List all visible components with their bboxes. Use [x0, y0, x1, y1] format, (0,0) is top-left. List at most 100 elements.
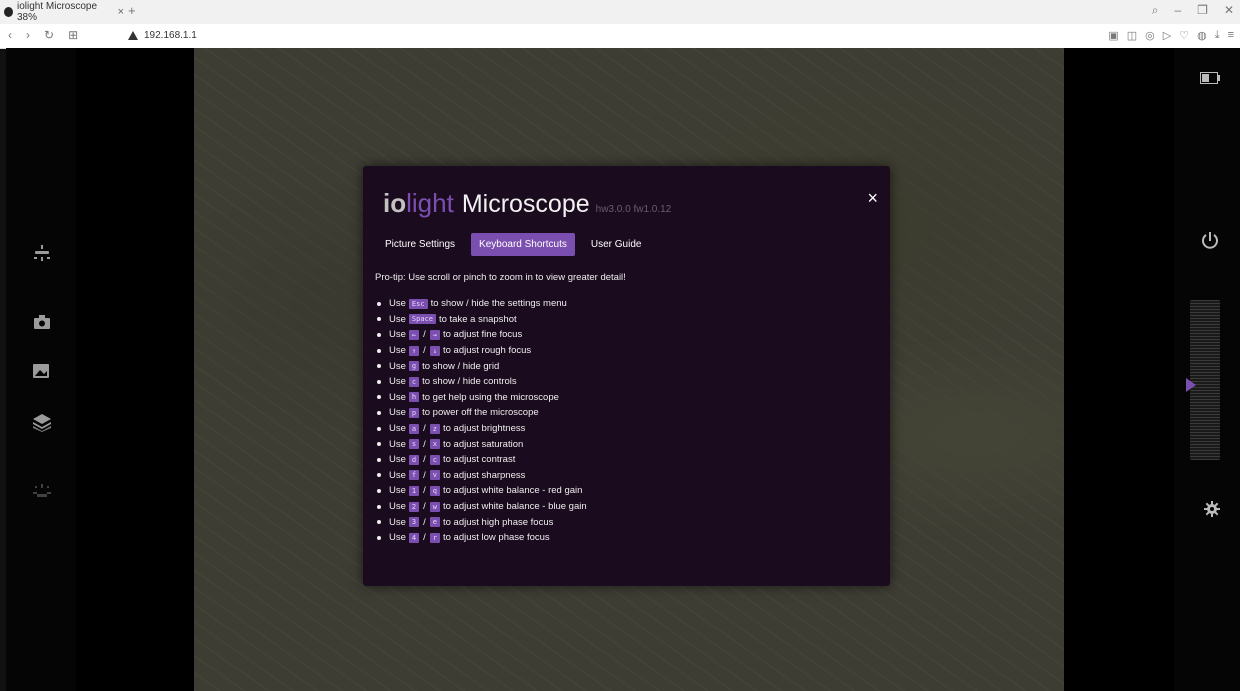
browser-tabbar: iolight Microscope 38% × + ⌕ – ❐ ✕	[0, 0, 1240, 24]
app-name: Microscope	[461, 190, 590, 218]
favorite-icon[interactable]: ♡	[1179, 29, 1189, 42]
insecure-warning-icon	[128, 31, 138, 40]
tab-picture-settings[interactable]: Picture Settings	[377, 233, 463, 256]
url-field[interactable]: 192.168.1.1	[128, 30, 197, 41]
bullet-icon	[377, 488, 381, 493]
key-separator: /	[423, 438, 426, 450]
back-icon[interactable]: ‹	[8, 28, 12, 42]
protip-text: Pro-tip: Use scroll or pinch to zoom in …	[375, 272, 626, 283]
focus-slider-handle[interactable]	[1186, 378, 1196, 392]
key-separator: /	[423, 516, 426, 528]
shortcut-key: 2	[408, 501, 420, 512]
gallery-icon[interactable]	[32, 361, 52, 379]
brightness-icon[interactable]	[32, 484, 52, 502]
menu-icon[interactable]: ≡	[1228, 29, 1234, 42]
focus-slider[interactable]	[1186, 300, 1220, 460]
shortcut-use-label: Use	[389, 376, 406, 388]
favicon-icon	[4, 7, 13, 17]
shortcut-key: e	[429, 517, 440, 528]
settings-modal: io light Microscope hw3.0.0 fw1.0.12 × P…	[363, 166, 890, 586]
shortcut-description: to show / hide controls	[422, 376, 517, 388]
shortcut-key: 3	[408, 517, 420, 528]
bullet-icon	[377, 379, 381, 384]
shortcut-item: Use 1/q to adjust white balance - red gain	[375, 483, 875, 499]
play-icon[interactable]: ▷	[1163, 29, 1171, 42]
apps-grid-icon[interactable]: ⊞	[68, 28, 78, 42]
key-separator: /	[423, 329, 426, 341]
reload-icon[interactable]: ↻	[44, 28, 54, 42]
shortcut-item: Use p to power off the microscope	[375, 405, 875, 421]
download-icon[interactable]: ⤓	[1215, 29, 1220, 42]
window-controls: ⌕ – ❐ ✕	[1152, 3, 1234, 18]
shortcut-item: Use Space to take a snapshot	[375, 312, 875, 328]
shortcut-description: to show / hide grid	[422, 360, 500, 372]
shortcut-item: Use Esc to show / hide the settings menu	[375, 296, 875, 312]
shortcut-description: to adjust contrast	[442, 454, 516, 466]
shortcut-key: r	[429, 532, 440, 543]
bullet-icon	[377, 473, 381, 478]
new-tab-icon[interactable]: +	[128, 3, 136, 18]
key-separator: /	[423, 469, 426, 481]
brand-io: io	[383, 188, 407, 218]
shortcut-key: p	[408, 407, 420, 418]
shortcut-key: q	[429, 485, 440, 496]
extension-icon[interactable]: ◍	[1197, 29, 1207, 42]
shortcut-description: to take a snapshot	[438, 313, 517, 325]
gear-icon[interactable]	[1204, 501, 1220, 522]
shortcut-key: c	[429, 454, 440, 465]
bullet-icon	[377, 395, 381, 400]
shortcut-description: to adjust high phase focus	[442, 516, 554, 528]
shortcut-description: to show / hide the settings menu	[430, 298, 567, 310]
search-icon[interactable]: ⌕	[1152, 3, 1159, 18]
shortcut-key: Space	[408, 314, 436, 325]
right-toolbar	[1174, 48, 1240, 691]
shortcut-description: to adjust brightness	[442, 423, 526, 435]
bullet-icon	[377, 426, 381, 431]
shortcut-use-label: Use	[389, 391, 406, 403]
bullet-icon	[377, 348, 381, 353]
layers-icon[interactable]	[32, 414, 52, 432]
tab-close-icon[interactable]: ×	[118, 6, 124, 18]
shortcut-use-label: Use	[389, 469, 406, 481]
shortcut-key: Esc	[408, 298, 428, 309]
shortcut-key: s	[408, 439, 420, 450]
tab-keyboard-shortcuts[interactable]: Keyboard Shortcuts	[471, 233, 575, 256]
close-modal-button[interactable]: ×	[867, 188, 878, 209]
shortcut-item: Use f / v to adjust sharpness	[375, 468, 875, 484]
shortcut-item: Use h to get help using the microscope	[375, 390, 875, 406]
camera-icon[interactable]	[32, 313, 52, 331]
minimize-icon[interactable]: –	[1174, 3, 1181, 18]
shortcut-use-label: Use	[389, 313, 406, 325]
tab-user-guide[interactable]: User Guide	[583, 233, 650, 256]
shortcut-description: to power off the microscope	[422, 407, 539, 419]
shortcut-description: to adjust fine focus	[442, 329, 523, 341]
capture-icon[interactable]: ◫	[1127, 29, 1137, 42]
forward-icon[interactable]: ›	[26, 28, 30, 42]
shortcut-use-label: Use	[389, 329, 406, 341]
shortcut-use-label: Use	[389, 345, 406, 357]
browser-tab[interactable]: iolight Microscope 38% ×	[4, 1, 124, 23]
shortcut-item: Use 4/r to adjust low phase focus	[375, 530, 875, 546]
bullet-icon	[377, 535, 381, 540]
settings-icon[interactable]: ◎	[1145, 29, 1155, 42]
restore-icon[interactable]: ❐	[1197, 3, 1208, 18]
shortcut-description: to adjust white balance - red gain	[442, 485, 583, 497]
power-icon[interactable]	[1200, 231, 1220, 256]
version-label: hw3.0.0 fw1.0.12	[595, 204, 672, 215]
shortcut-key: 4	[408, 532, 420, 543]
shortcut-description: to adjust rough focus	[442, 345, 532, 357]
shortcut-key: x	[429, 439, 440, 450]
shortcut-description: to get help using the microscope	[422, 391, 559, 403]
bullet-icon	[377, 410, 381, 415]
screenshot-icon[interactable]: ▣	[1108, 29, 1118, 42]
shortcut-item: Use 3/e to adjust high phase focus	[375, 514, 875, 530]
key-separator: /	[423, 345, 426, 357]
url-text: 192.168.1.1	[144, 30, 197, 41]
bullet-icon	[377, 442, 381, 447]
extension-icons: ▣ ◫ ◎ ▷ ♡ ◍ ⤓ ≡	[1108, 29, 1234, 42]
shortcut-use-label: Use	[389, 298, 406, 310]
close-window-icon[interactable]: ✕	[1224, 3, 1234, 18]
light-icon[interactable]	[32, 244, 52, 262]
shortcut-item: Use d / c to adjust contrast	[375, 452, 875, 468]
shortcut-use-label: Use	[389, 501, 406, 513]
